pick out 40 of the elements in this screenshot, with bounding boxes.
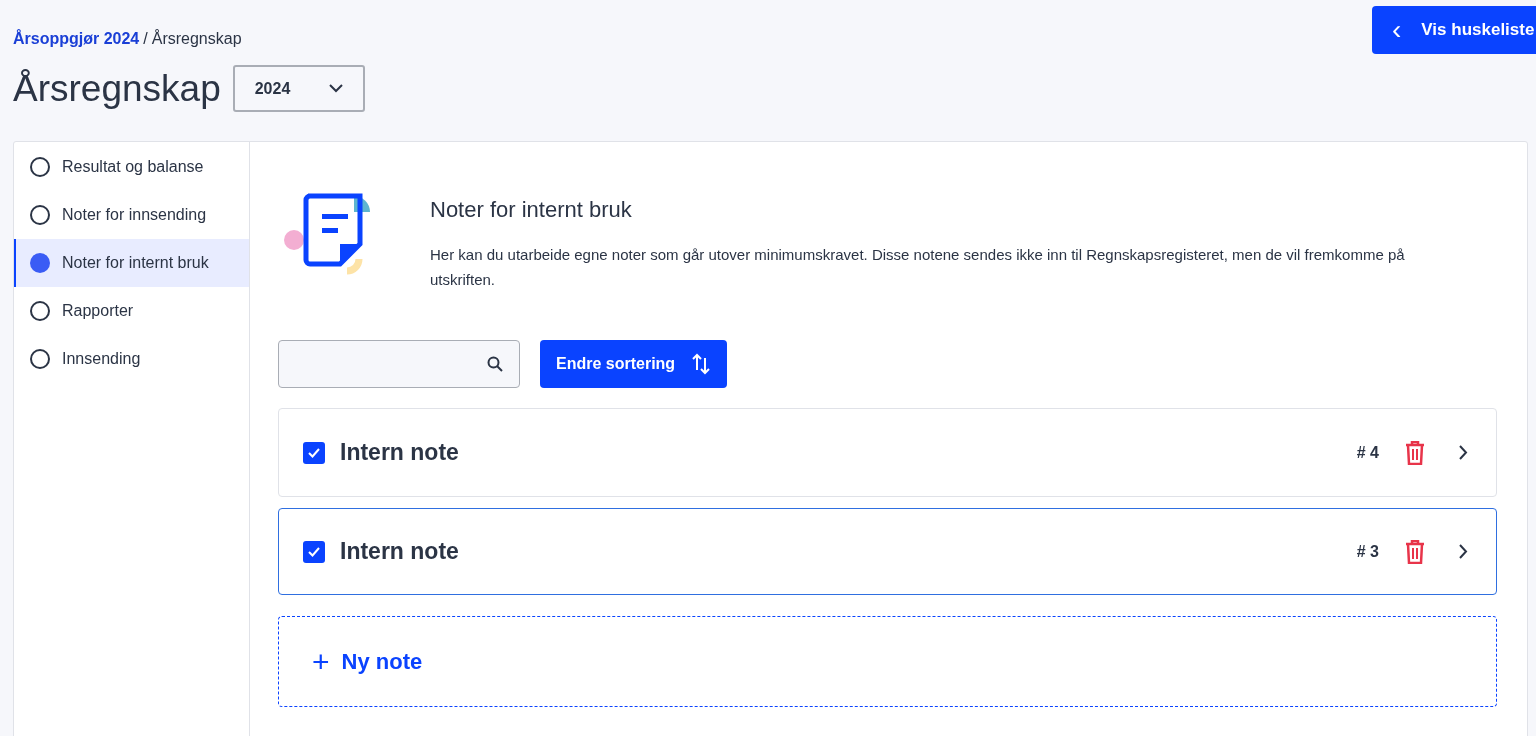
year-select[interactable]: 2024 xyxy=(232,65,365,112)
breadcrumb-link[interactable]: Årsoppgjør 2024 xyxy=(13,27,140,51)
chevron-down-icon xyxy=(328,84,343,93)
radio-icon xyxy=(30,205,50,225)
note-number: # 3 xyxy=(1356,541,1379,562)
checkbox[interactable] xyxy=(303,441,325,464)
section-description: Her kan du utarbeide egne noter som går utover minimumskravet. Disse notene sendes ikke inn til Regnskapsregisteret, men de vil fremkomme på utskriften. xyxy=(430,245,1406,290)
section-heading: Noter for internt bruk xyxy=(430,196,633,224)
radio-icon xyxy=(30,301,50,321)
sidebar-item[interactable]: Noter for internt bruk xyxy=(14,239,249,287)
chevron-right-icon[interactable] xyxy=(1459,445,1468,460)
checkbox[interactable] xyxy=(303,540,325,563)
search-icon xyxy=(487,356,503,372)
checkmark-icon xyxy=(308,447,320,458)
breadcrumb-separator: / xyxy=(143,29,148,49)
show-checklist-button[interactable]: ‹ Vis huskeliste xyxy=(1372,6,1536,54)
radio-icon xyxy=(30,253,50,273)
plus-icon: + xyxy=(312,646,330,677)
note-title: Intern note xyxy=(340,438,460,468)
chevron-left-icon: ‹ xyxy=(1392,16,1402,44)
note-card[interactable]: Intern note # 4 xyxy=(278,408,1497,497)
breadcrumb-current: Årsregnskap xyxy=(151,28,242,49)
page-title: Årsregnskap xyxy=(13,70,221,107)
checkmark-icon xyxy=(308,546,320,557)
note-number: # 4 xyxy=(1356,442,1379,463)
sidebar-item[interactable]: Noter for innsending xyxy=(14,191,249,239)
sidebar-item[interactable]: Resultat og balanse xyxy=(14,143,249,191)
chevron-right-icon[interactable] xyxy=(1459,544,1468,559)
radio-icon xyxy=(30,157,50,177)
new-note-button[interactable]: + Ny note xyxy=(278,616,1497,707)
radio-icon xyxy=(30,349,50,369)
sort-arrows-icon xyxy=(691,352,712,376)
search-field[interactable] xyxy=(278,340,520,388)
trash-icon[interactable] xyxy=(1405,539,1425,564)
sidebar-item[interactable]: Innsending xyxy=(14,335,249,383)
note-title: Intern note xyxy=(340,537,460,567)
trash-icon[interactable] xyxy=(1405,440,1425,465)
sort-button[interactable]: Endre sortering xyxy=(540,340,728,388)
note-card[interactable]: Intern note # 3 xyxy=(278,508,1497,595)
sidebar-item[interactable]: Rapporter xyxy=(14,287,249,335)
